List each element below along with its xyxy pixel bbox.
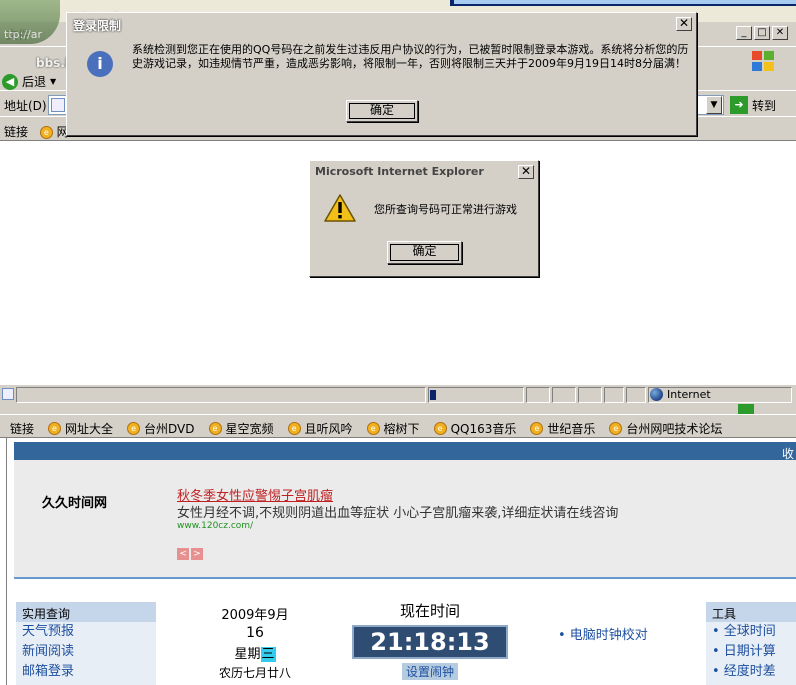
status-bar: Internet bbox=[0, 384, 796, 404]
status-zone: Internet bbox=[650, 388, 711, 401]
link-coin-icon: e bbox=[530, 422, 544, 435]
date-panel: 2009年9月 16 星期三 农历七月廿八 bbox=[200, 604, 310, 681]
day-number: 16 bbox=[246, 625, 264, 641]
dialog-title: Microsoft Internet Explorer bbox=[315, 165, 484, 178]
progress-bar bbox=[430, 390, 436, 400]
tools-header: 工具 bbox=[706, 602, 796, 622]
dialog-titlebar: Microsoft Internet Explorer ✕ bbox=[312, 163, 536, 181]
news-link[interactable]: 新闻阅读 bbox=[16, 642, 156, 662]
time-site-page: 收 久久时间网 秋冬季女性应警惕子宫肌瘤 女性月经不调,不规则阴道出血等症状 小… bbox=[0, 438, 796, 685]
quick-query-panel: 实用查询 天气预报 新闻阅读 邮箱登录 bbox=[16, 602, 156, 685]
longitude-diff-link[interactable]: • 经度时差 bbox=[706, 662, 796, 682]
ie-message-dialog: Microsoft Internet Explorer ✕ 您所查询号码可正常进… bbox=[309, 160, 539, 277]
go-arrow-stub-icon bbox=[738, 404, 754, 414]
link-item[interactable]: e 且听风吟 bbox=[287, 420, 353, 437]
lunar-date: 农历七月廿八 bbox=[218, 666, 291, 680]
link-item[interactable]: e 星空宽频 bbox=[208, 420, 274, 437]
status-progress-segment bbox=[428, 387, 524, 403]
link-coin-icon: e bbox=[127, 422, 141, 435]
address-label: 地址(D) bbox=[4, 99, 47, 113]
date-calc-link[interactable]: • 日期计算 bbox=[706, 642, 796, 662]
window-controls: _ □ ✕ bbox=[736, 26, 788, 40]
ad-url[interactable]: www.120cz.com/ bbox=[177, 521, 253, 531]
ad-pager: < > bbox=[177, 548, 203, 560]
chevron-down-icon[interactable]: ▼ bbox=[50, 77, 56, 86]
digital-clock: 21:18:13 bbox=[352, 625, 508, 659]
site-name: 久久时间网 bbox=[42, 496, 108, 511]
maximize-icon[interactable]: □ bbox=[754, 26, 770, 40]
weather-link[interactable]: 天气预报 bbox=[16, 622, 156, 642]
status-text-segment bbox=[16, 387, 426, 403]
go-label: 转到 bbox=[752, 98, 777, 113]
links-label: 链接 e 网 bbox=[4, 125, 69, 139]
ok-button[interactable]: 确定 bbox=[387, 241, 462, 264]
globe-icon bbox=[650, 388, 663, 401]
links-label-2: 链接 bbox=[10, 422, 35, 436]
back-label: 后退 bbox=[22, 75, 47, 89]
tools-panel: 工具 • 全球时间 • 日期计算 • 经度时差 bbox=[706, 602, 796, 685]
weekday-value: 三 bbox=[260, 647, 276, 662]
background-titlebar-highlight bbox=[454, 0, 796, 4]
divider bbox=[14, 577, 796, 579]
link-coin-icon: e bbox=[208, 422, 222, 435]
login-restriction-dialog: 登录限制 ✕ i 系统检测到您正在使用的QQ号码在之前发生过违反用户协议的行为，… bbox=[66, 12, 697, 136]
address-dropdown-icon[interactable]: ▼ bbox=[706, 96, 722, 114]
ok-button[interactable]: 确定 bbox=[346, 100, 418, 122]
zone-label: Internet bbox=[667, 388, 711, 401]
links-list: 链接 e 网址大全 e 台州DVD e 星空宽频 e 且听风吟 e 榕树下 e QQ163音… bbox=[10, 420, 736, 437]
clock-calibrate-link[interactable]: • 电脑时钟校对 bbox=[558, 624, 648, 643]
windows-logo-icon bbox=[752, 51, 776, 73]
link-item[interactable]: e 台州网吧技术论坛 bbox=[609, 420, 722, 437]
status-seg-c bbox=[578, 387, 602, 403]
dialog-titlebar: 登录限制 ✕ bbox=[69, 15, 694, 33]
link-coin-icon: e bbox=[287, 422, 301, 435]
prev-arrow-icon[interactable]: < bbox=[177, 548, 189, 560]
close-icon[interactable]: ✕ bbox=[518, 165, 534, 179]
dialog-title: 登录限制 bbox=[73, 19, 122, 33]
ad-description: 女性月经不调,不规则阴道出血等症状 小心子宫肌瘤来袭,详细症状请在线咨询 bbox=[177, 506, 619, 521]
status-seg-e bbox=[626, 387, 646, 403]
clock-header: 现在时间 bbox=[399, 602, 460, 620]
link-coin-icon: e bbox=[48, 422, 62, 435]
next-arrow-icon[interactable]: > bbox=[191, 548, 203, 560]
link-item[interactable]: e 世纪音乐 bbox=[530, 420, 595, 437]
back-arrow-icon: ◀ bbox=[2, 73, 18, 90]
status-seg-a bbox=[526, 387, 550, 403]
clock-panel: 现在时间 21:18:13 设置闹钟 bbox=[352, 600, 508, 680]
dialog-message: 系统检测到您正在使用的QQ号码在之前发生过违反用户协议的行为，已被暂时限制登录本… bbox=[132, 43, 689, 70]
link-item[interactable]: e 网址大全 bbox=[48, 420, 113, 437]
weekday: 星期三 bbox=[234, 647, 276, 662]
top-banner: 收 bbox=[14, 442, 796, 461]
link-coin-icon: e bbox=[433, 422, 447, 435]
mail-login-link[interactable]: 邮箱登录 bbox=[16, 662, 156, 682]
dialog-message: 您所查询号码可正常进行游戏 bbox=[374, 203, 517, 216]
links-bar-2: 链接 e 网址大全 e 台州DVD e 星空宽频 e 且听风吟 e 榕树下 e QQ163音… bbox=[0, 414, 796, 438]
status-page-icon bbox=[2, 388, 14, 400]
back-button[interactable]: ◀ 后退 ▼ bbox=[2, 73, 56, 90]
link-item[interactable]: e 台州DVD bbox=[127, 420, 195, 437]
overlapped-address-strip bbox=[0, 404, 796, 414]
status-seg-d bbox=[604, 387, 624, 403]
link-coin-icon: e bbox=[366, 422, 380, 435]
year-month: 2009年9月 bbox=[221, 608, 289, 623]
close-icon[interactable]: ✕ bbox=[676, 17, 692, 31]
quick-query-header: 实用查询 bbox=[16, 602, 156, 622]
go-arrow-icon: ➜ bbox=[730, 96, 748, 114]
watermark-url-ghost: ttp://ar bbox=[4, 28, 42, 41]
go-button[interactable]: ➜ 转到 bbox=[730, 96, 776, 114]
close-icon[interactable]: ✕ bbox=[772, 26, 788, 40]
link-coin-icon: e bbox=[609, 422, 623, 435]
link-item[interactable]: e 榕树下 bbox=[366, 420, 420, 437]
set-alarm-link[interactable]: 设置闹钟 bbox=[401, 663, 458, 680]
warning-icon bbox=[324, 194, 356, 222]
status-seg-b bbox=[552, 387, 576, 403]
page-icon bbox=[51, 98, 65, 112]
minimize-icon[interactable]: _ bbox=[736, 26, 752, 40]
world-time-link[interactable]: • 全球时间 bbox=[706, 622, 796, 642]
link-item[interactable]: e QQ163音乐 bbox=[433, 420, 516, 437]
info-icon: i bbox=[87, 51, 113, 77]
link-coin-icon: e bbox=[39, 126, 53, 139]
